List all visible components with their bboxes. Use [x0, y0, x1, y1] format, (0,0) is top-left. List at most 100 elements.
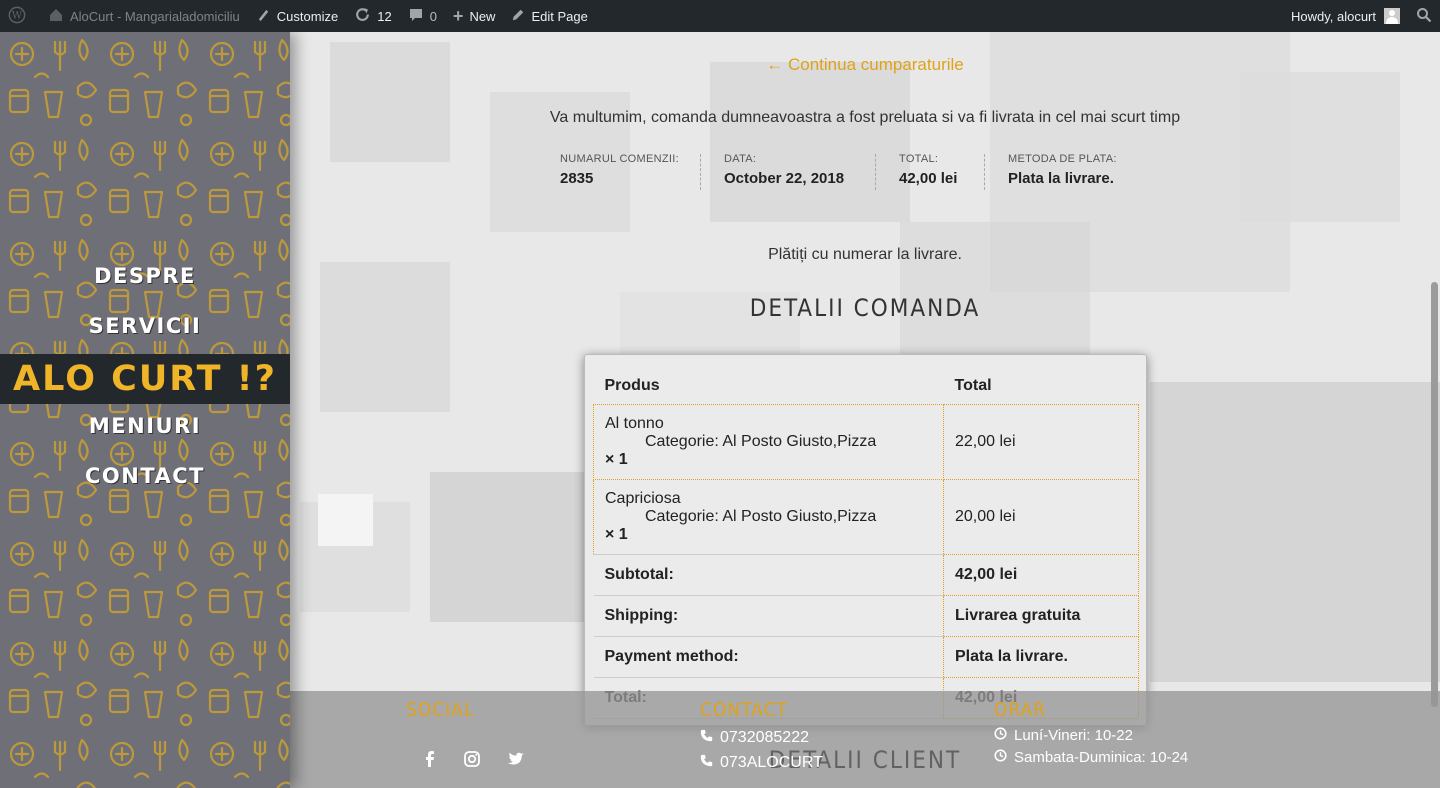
product-category: Categorie: Al Posto Giusto,Pizza [645, 507, 877, 525]
overview-divider [700, 154, 701, 190]
search-icon [1416, 7, 1432, 26]
updates-count: 12 [377, 8, 392, 24]
comments-link[interactable]: 0 [400, 0, 445, 32]
twitter-icon[interactable] [506, 749, 526, 769]
contact-heading: CONTACT [700, 699, 788, 721]
shipping-label: Shipping: [593, 594, 944, 637]
hours-heading: ORAR [994, 699, 1047, 721]
search-button[interactable] [1408, 0, 1440, 32]
phone-line[interactable]: 073ALOCURT [700, 754, 823, 772]
sidebar: DESPRE SERVICII ALO CURT !? MENIURI CONT… [0, 32, 290, 788]
phone-icon [700, 754, 714, 772]
nav-meniuri[interactable]: MENIURI [0, 414, 290, 438]
scrollbar[interactable] [1431, 282, 1438, 707]
product-cell: Al tonno Categorie: Al Posto Giusto,Pizz… [593, 403, 944, 480]
footer: DETALII CLIENT SOCIAL CONTACT 0732085222… [290, 691, 1440, 788]
admin-bar: W AloCurt - Mangarialadomiciliu Customiz… [0, 0, 1440, 32]
shipping-row: Shipping: Livrarea gratuita [593, 594, 1139, 637]
nav-contact[interactable]: CONTACT [0, 464, 290, 488]
payment-method: METODA DE PLATA: Plata la livrare. [1008, 153, 1117, 193]
shipping-value: Livrarea gratuita [943, 594, 1139, 637]
thank-you-message: Va multumim, comanda dumneavoastra a fos… [549, 109, 1181, 126]
product-category: Categorie: Al Posto Giusto,Pizza [645, 432, 877, 450]
clock-icon [994, 727, 1008, 744]
main-content: ← Continua cumparaturile Va multumim, co… [290, 32, 1440, 788]
payment-method-label: METODA DE PLATA: [1008, 153, 1117, 165]
paintbrush-icon [256, 7, 271, 25]
column-header-total: Total [954, 377, 992, 395]
plus-icon: + [452, 6, 464, 26]
phone-number: 0732085222 [720, 729, 809, 746]
facebook-icon[interactable] [420, 749, 440, 769]
hours-text: Luní-Vineri: 10-22 [1014, 727, 1133, 744]
order-total: TOTAL: 42,00 lei [899, 153, 957, 193]
order-details-title: DETALII COMANDA [749, 294, 981, 322]
new-content-link[interactable]: + New [445, 0, 504, 32]
continue-shopping-link[interactable]: ← Continua cumparaturile [290, 55, 1440, 75]
table-row: Capriciosa Categorie: Al Posto Giusto,Pi… [593, 478, 1139, 555]
order-date-value: October 22, 2018 [724, 170, 845, 187]
payment-method-row-label: Payment method: [593, 635, 944, 678]
refresh-icon [354, 6, 371, 26]
site-logo-alo-curt[interactable]: ALO CURT !? [0, 354, 290, 404]
wordpress-logo[interactable]: W [0, 0, 40, 32]
pencil-icon [511, 8, 525, 25]
order-details-table-card: Produs Total Al tonno Categorie: Al Post… [584, 354, 1147, 726]
column-header-product: Produs [604, 377, 660, 395]
phone-line[interactable]: 0732085222 [700, 729, 809, 747]
product-total: 22,00 lei [943, 403, 1139, 480]
order-total-value: 42,00 lei [899, 170, 958, 187]
customize-link[interactable]: Customize [248, 0, 346, 32]
home-icon [48, 7, 64, 26]
overview-divider [875, 154, 876, 190]
phone-number: 073ALOCURT [720, 754, 823, 771]
product-name[interactable]: Al tonno [605, 415, 932, 433]
comments-count: 0 [429, 8, 437, 24]
phone-icon [700, 729, 714, 747]
food-pattern-background [0, 32, 290, 788]
social-heading: SOCIAL [406, 699, 475, 721]
comment-icon [408, 7, 424, 26]
site-name: AloCurt - Mangarialadomiciliu [70, 8, 240, 24]
edit-page-label: Edit Page [531, 8, 588, 24]
payment-method-row: Payment method: Plata la livrare. [593, 635, 1139, 678]
order-details-table: Produs Total Al tonno Categorie: Al Post… [593, 369, 1139, 719]
payment-method-row-value: Plata la livrare. [943, 635, 1139, 678]
product-quantity: × 1 [605, 525, 628, 543]
hours-text: Sambata-Duminica: 10-24 [1014, 749, 1189, 766]
order-total-label: TOTAL: [899, 153, 939, 165]
product-cell: Capriciosa Categorie: Al Posto Giusto,Pi… [593, 478, 944, 555]
instagram-icon[interactable] [462, 749, 482, 769]
clock-icon [994, 749, 1008, 766]
product-total: 20,00 lei [943, 478, 1139, 555]
svg-text:W: W [12, 10, 23, 21]
subtotal-row: Subtotal: 42,00 lei [593, 553, 1139, 596]
howdy-text: Howdy, alocurt [1290, 8, 1376, 24]
order-number: NUMARUL COMENZII: 2835 [560, 153, 679, 193]
nav-servicii[interactable]: SERVICII [0, 314, 290, 338]
product-name[interactable]: Capriciosa [605, 490, 932, 508]
updates-link[interactable]: 12 [346, 0, 399, 32]
table-header-row: Produs Total [594, 369, 1139, 404]
overview-divider [984, 154, 985, 190]
site-name-link[interactable]: AloCurt - Mangarialadomiciliu [40, 0, 248, 32]
order-date-label: DATA: [724, 153, 757, 165]
wordpress-icon: W [8, 6, 26, 27]
hours-line: Luní-Vineri: 10-22 [994, 727, 1133, 744]
payment-note: Plătiți cu numerar la livrare. [768, 246, 962, 263]
order-number-value: 2835 [560, 170, 594, 187]
order-number-label: NUMARUL COMENZII: [560, 153, 679, 165]
subtotal-label: Subtotal: [593, 553, 944, 596]
new-label: New [469, 8, 496, 24]
avatar [1384, 8, 1400, 24]
product-quantity: × 1 [605, 450, 628, 468]
account-menu[interactable]: Howdy, alocurt [1283, 0, 1408, 32]
table-row: Al tonno Categorie: Al Posto Giusto,Pizz… [593, 403, 1139, 480]
hours-line: Sambata-Duminica: 10-24 [994, 749, 1188, 766]
edit-page-link[interactable]: Edit Page [503, 0, 595, 32]
order-date: DATA: October 22, 2018 [724, 153, 844, 193]
nav-despre[interactable]: DESPRE [0, 264, 290, 288]
subtotal-value: 42,00 lei [943, 553, 1139, 596]
payment-method-value: Plata la livrare. [1008, 170, 1114, 187]
customize-label: Customize [276, 8, 339, 24]
